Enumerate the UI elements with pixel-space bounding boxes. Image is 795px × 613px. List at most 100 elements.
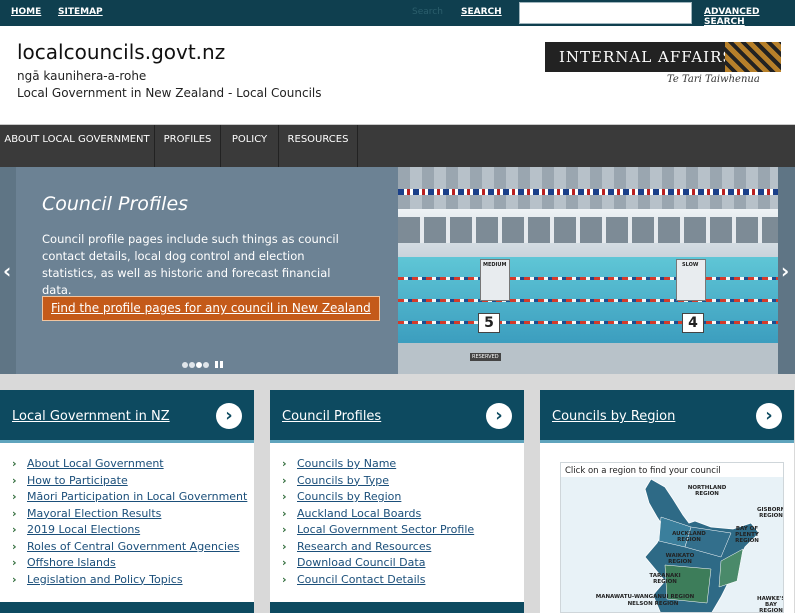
link-label[interactable]: Roles of Central Government Agencies	[27, 540, 240, 553]
list-item[interactable]: › Council Contact Details	[282, 573, 474, 590]
nav-item-resources[interactable]: RESOURCES	[279, 125, 358, 167]
map-caption: Click on a region to find your council	[565, 466, 721, 476]
chevron-right-icon: ›	[12, 539, 17, 553]
link-label[interactable]: Legislation and Policy Topics	[27, 573, 183, 586]
north-island-map[interactable]	[561, 477, 784, 613]
card-footer	[0, 602, 254, 613]
link-label[interactable]: Local Government Sector Profile	[297, 523, 474, 536]
logo-text: INTERNAL AFFAIRS	[559, 48, 734, 66]
list-item[interactable]: › Councils by Region	[282, 490, 474, 507]
card-title[interactable]: Council Profiles	[282, 409, 381, 424]
site-subtitle: Local Government in New Zealand - Local …	[17, 86, 322, 100]
link-label[interactable]: Research and Resources	[297, 540, 431, 553]
card-council-profiles: Council Profiles › › Councils by Name › Co…	[270, 390, 524, 613]
slide-dot-active[interactable]	[196, 362, 202, 368]
slide-dot[interactable]	[189, 362, 195, 368]
card-footer	[270, 602, 524, 613]
logo-box: INTERNAL AFFAIRS	[545, 42, 781, 72]
link-label[interactable]: Download Council Data	[297, 556, 425, 569]
region-label[interactable]: NORTHLAND REGION	[687, 485, 727, 497]
pool-deck	[398, 343, 778, 374]
list-item[interactable]: › About Local Government	[12, 457, 247, 474]
region-label[interactable]: WAIKATO REGION	[663, 553, 697, 565]
pause-icon[interactable]	[215, 361, 223, 368]
link-label[interactable]: Councils by Region	[297, 490, 401, 503]
region-map[interactable]: Click on a region to find your council N…	[560, 462, 784, 613]
lane-rope	[398, 277, 778, 280]
nav-item-policy[interactable]: POLICY	[221, 125, 279, 167]
slide-dot[interactable]	[182, 362, 188, 368]
chevron-right-icon: ›	[12, 473, 17, 487]
link-label[interactable]: How to Participate	[27, 474, 128, 487]
link-label[interactable]: Mayoral Election Results	[27, 507, 161, 520]
list-item[interactable]: › Research and Resources	[282, 540, 474, 557]
chevron-right-icon: ›	[12, 490, 17, 503]
link-label[interactable]: Offshore Islands	[27, 556, 116, 569]
card-local-government: Local Government in NZ › › About Local Go…	[0, 390, 254, 613]
region-label[interactable]: MANAWATU-WANGANUI REGION	[585, 594, 705, 600]
list-item[interactable]: › Local Government Sector Profile	[282, 523, 474, 540]
lane-rope	[398, 299, 778, 302]
slide-dot[interactable]	[203, 362, 209, 368]
region-label[interactable]: HAWKE'S BAY REGION	[757, 596, 783, 612]
list-item[interactable]: › 2019 Local Elections	[12, 523, 247, 540]
site-subtitle-maori: ngā kaunihera-a-rohe	[17, 69, 147, 83]
search-input[interactable]	[519, 2, 692, 24]
card-link-list: › About Local Government › How to Particip…	[12, 457, 247, 589]
logo-pattern-icon	[725, 42, 781, 72]
chevron-right-icon[interactable]: ›	[756, 403, 782, 429]
chevron-right-icon: ›	[282, 523, 287, 536]
home-link[interactable]: HOME	[11, 7, 41, 17]
list-item[interactable]: › Councils by Name	[282, 457, 474, 474]
nav-item-about[interactable]: ABOUT LOCAL GOVERNMENT	[0, 125, 155, 167]
list-item[interactable]: › Download Council Data	[282, 556, 474, 573]
list-item[interactable]: › Auckland Local Boards	[282, 507, 474, 524]
link-label[interactable]: Māori Participation in Local Government	[27, 490, 247, 503]
slide-dots	[182, 353, 223, 368]
chevron-left-icon[interactable]: ‹	[3, 259, 11, 283]
starting-block-4: 4	[682, 313, 704, 333]
pool-flags	[398, 189, 778, 195]
list-item[interactable]: › Legislation and Policy Topics	[12, 573, 247, 590]
list-item[interactable]: › Councils by Type	[282, 474, 474, 491]
lane-rope	[398, 321, 778, 324]
link-label[interactable]: Councils by Name	[297, 457, 396, 470]
slide-panel: Council Profiles Council profile pages i…	[16, 167, 398, 374]
list-item[interactable]: › How to Participate	[12, 474, 247, 491]
nav-item-profiles[interactable]: PROFILES	[155, 125, 221, 167]
card-title[interactable]: Local Government in NZ	[12, 409, 170, 424]
link-label[interactable]: About Local Government	[27, 457, 164, 470]
region-label[interactable]: GISBORNE REGION	[757, 507, 783, 519]
region-label[interactable]: BAY OF PLENTY REGION	[731, 526, 763, 544]
chevron-right-icon[interactable]: ›	[216, 403, 242, 429]
region-label[interactable]: TARANAKI REGION	[645, 573, 685, 585]
slide-cta-button[interactable]: Find the profile pages for any council i…	[42, 296, 380, 321]
chevron-right-icon: ›	[12, 523, 17, 536]
list-item[interactable]: › Roles of Central Government Agencies	[12, 540, 247, 557]
link-label[interactable]: Auckland Local Boards	[297, 507, 421, 520]
internal-affairs-logo[interactable]: INTERNAL AFFAIRS Te Tari Taiwhenua	[545, 42, 781, 87]
region-label[interactable]: AUCKLAND REGION	[671, 531, 707, 543]
lane-sign-slow: SLOW	[676, 259, 706, 301]
chevron-right-icon: ›	[282, 556, 287, 569]
hero-carousel: Council Profiles Council profile pages i…	[0, 167, 795, 374]
region-label[interactable]: NELSON REGION	[623, 601, 683, 607]
card-title[interactable]: Councils by Region	[552, 409, 675, 424]
chevron-right-icon: ›	[12, 457, 17, 470]
link-label[interactable]: 2019 Local Elections	[27, 523, 140, 536]
sitemap-link[interactable]: SITEMAP	[58, 7, 103, 17]
pool-windows	[398, 217, 778, 243]
link-label[interactable]: Councils by Type	[297, 474, 389, 487]
chevron-right-icon[interactable]: ›	[486, 403, 512, 429]
link-label[interactable]: Council Contact Details	[297, 573, 425, 586]
advanced-search-link[interactable]: ADVANCED SEARCH	[704, 7, 795, 27]
list-item[interactable]: › Māori Participation in Local Government	[12, 490, 247, 507]
chevron-right-icon[interactable]: ›	[781, 259, 789, 283]
list-item[interactable]: › Offshore Islands	[12, 556, 247, 573]
chevron-right-icon: ›	[282, 490, 287, 503]
search-label: Search	[412, 7, 443, 17]
search-button[interactable]: SEARCH	[461, 7, 502, 17]
site-title[interactable]: localcouncils.govt.nz	[17, 40, 225, 64]
card-header: Council Profiles ›	[270, 390, 524, 443]
list-item[interactable]: › Mayoral Election Results	[12, 507, 247, 524]
